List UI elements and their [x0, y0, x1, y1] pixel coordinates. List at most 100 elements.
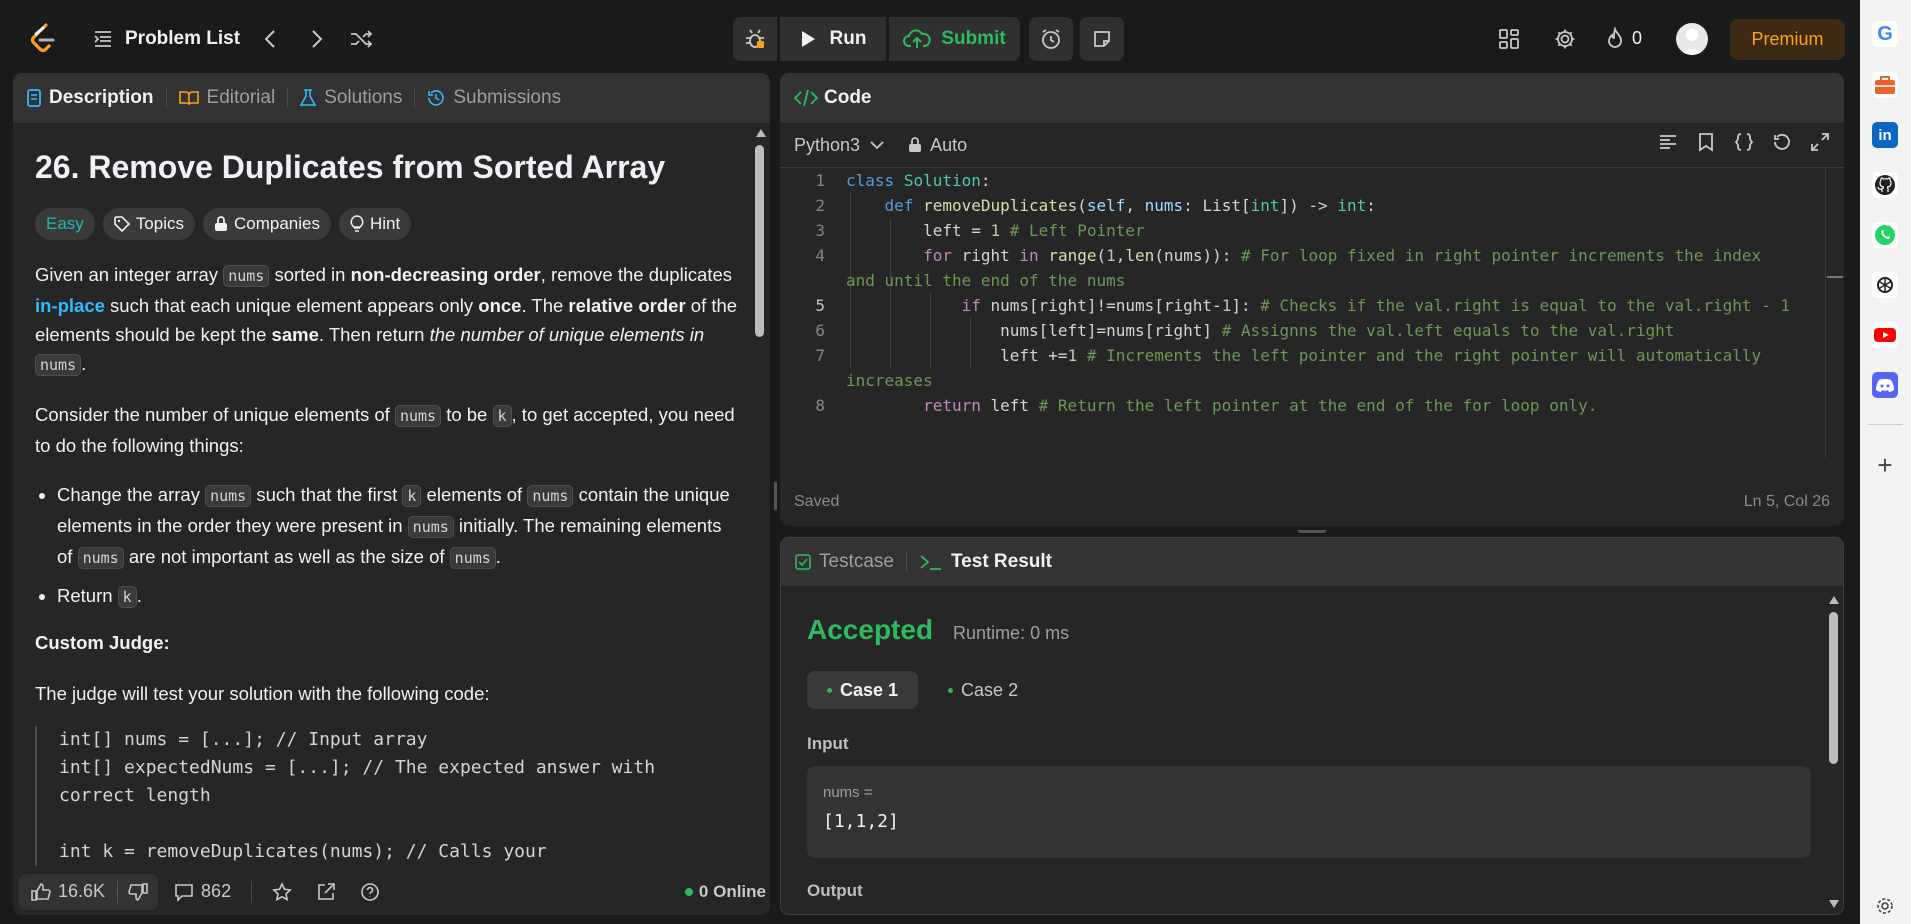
case-2-tab[interactable]: Case 2	[928, 671, 1038, 709]
whatsapp-icon[interactable]	[1872, 222, 1898, 248]
chevron-left-icon	[264, 30, 275, 48]
code-line: int k = removeDuplicates(nums); // Calls…	[59, 841, 547, 862]
next-problem-button[interactable]	[306, 27, 328, 51]
user-icon	[1680, 29, 1704, 55]
star-icon	[272, 881, 293, 901]
minimap-cursor	[1827, 276, 1843, 278]
chatgpt-icon[interactable]	[1872, 272, 1898, 298]
test-scrollbar[interactable]	[1828, 596, 1840, 912]
case-tabs: Case 1 Case 2	[807, 671, 1038, 709]
input-label: Input	[807, 734, 849, 753]
tab-divider	[165, 88, 167, 108]
settings-icon[interactable]	[1872, 893, 1898, 919]
tab-testcase[interactable]: Testcase	[795, 551, 894, 573]
difficulty-badge: Easy	[35, 208, 95, 240]
document-icon	[27, 89, 41, 107]
companies-chip[interactable]: Companies	[202, 208, 331, 240]
footer-divider	[251, 880, 253, 903]
code-line-7: 7 left +=1 # Increments the left pointer…	[815, 346, 1762, 365]
language-select[interactable]: Python3	[794, 135, 884, 156]
dislike-button[interactable]	[118, 874, 158, 910]
pass-dot	[948, 687, 954, 693]
random-problem-button[interactable]	[348, 27, 374, 51]
comments-button[interactable]: 862	[162, 874, 243, 910]
scroll-thumb[interactable]	[1829, 612, 1838, 764]
bookmark-icon[interactable]	[1696, 132, 1716, 152]
case-1-tab[interactable]: Case 1	[807, 671, 919, 709]
linkedin-icon[interactable]: in	[1872, 122, 1898, 148]
code-editor[interactable]: 1 class Solution: 2 def removeDuplicates(…	[780, 168, 1830, 468]
description-tabs: Description Editorial Solutions Submissi…	[13, 73, 770, 123]
code-panel: Code Python3 Auto 1 class Solution: 2 def…	[780, 73, 1844, 526]
premium-button[interactable]: Premium	[1730, 19, 1845, 60]
vertical-splitter-handle[interactable]	[774, 482, 777, 510]
problem-list-label: Problem List	[125, 28, 241, 49]
scroll-thumb[interactable]	[755, 145, 764, 337]
chevron-right-icon	[312, 30, 323, 48]
briefcase-icon[interactable]	[1872, 72, 1898, 98]
problem-chips: Easy Topics Companies Hint	[35, 208, 741, 240]
streak-counter[interactable]: 0	[1605, 27, 1642, 49]
youtube-icon[interactable]	[1872, 322, 1898, 348]
minimap-border	[1825, 168, 1826, 458]
topics-chip[interactable]: Topics	[102, 208, 195, 240]
tab-editorial[interactable]: Editorial	[178, 87, 275, 109]
input-box[interactable]: nums = [1,1,2]	[807, 766, 1811, 858]
problem-list-link[interactable]: Problem List	[93, 28, 240, 50]
reset-icon[interactable]	[1772, 132, 1792, 152]
editor-actions	[1658, 132, 1830, 152]
google-icon[interactable]: G	[1872, 21, 1898, 47]
help-button[interactable]	[348, 874, 392, 910]
description-body: 26. Remove Duplicates from Sorted Array …	[13, 123, 763, 915]
description-scrollbar[interactable]	[754, 129, 766, 895]
tab-submissions-label: Submissions	[453, 87, 562, 108]
case-1-label: Case 1	[840, 679, 899, 700]
submit-button[interactable]: Submit	[889, 17, 1020, 61]
debug-button[interactable]	[733, 17, 777, 61]
input-var-value: [1,1,2]	[823, 811, 899, 832]
like-button[interactable]: 16.6K	[19, 874, 117, 910]
code-brackets-icon	[794, 89, 818, 107]
timer-button[interactable]	[1029, 17, 1073, 61]
run-button[interactable]: Run	[780, 17, 886, 61]
description-footer: 16.6K 862 0 Online	[13, 868, 770, 915]
cursor-position: Ln 5, Col 26	[1743, 493, 1830, 510]
scroll-up-arrow[interactable]	[1829, 596, 1839, 604]
tab-divider	[905, 552, 907, 572]
tab-test-result-label: Test Result	[950, 551, 1052, 572]
in-place-link[interactable]: in-place	[35, 295, 105, 316]
requirements-list: Change the array nums such that the firs…	[57, 480, 741, 612]
layout-button[interactable]	[1497, 27, 1521, 51]
expand-icon[interactable]	[1810, 132, 1830, 152]
hint-label: Hint	[369, 214, 401, 233]
submit-label: Submit	[941, 28, 1006, 49]
hint-chip[interactable]: Hint	[338, 208, 412, 240]
settings-button[interactable]	[1553, 27, 1577, 51]
code-line: int[] nums = [...]; // Input array	[59, 729, 428, 750]
scroll-down-arrow[interactable]	[1829, 900, 1839, 908]
curly-braces-icon[interactable]	[1734, 132, 1754, 152]
plus-icon[interactable]: +	[1872, 450, 1898, 480]
notes-button[interactable]	[1080, 17, 1124, 61]
leetcode-logo-icon[interactable]	[28, 22, 58, 54]
favorite-button[interactable]	[260, 874, 304, 910]
scroll-up-arrow[interactable]	[756, 129, 766, 137]
book-icon	[178, 91, 199, 106]
result-summary: Accepted Runtime: 0 ms	[807, 614, 1069, 646]
tab-solutions[interactable]: Solutions	[300, 87, 402, 109]
horizontal-splitter-handle[interactable]	[1298, 530, 1326, 533]
code-toolbar: Python3 Auto	[780, 123, 1844, 168]
tab-description[interactable]: Description	[27, 87, 154, 109]
tab-code[interactable]: Code	[794, 87, 872, 109]
format-align-icon[interactable]	[1658, 132, 1678, 152]
tab-test-result[interactable]: Test Result	[919, 551, 1052, 573]
auto-complete-toggle[interactable]: Auto	[908, 135, 967, 156]
prev-problem-button[interactable]	[259, 27, 281, 51]
share-button[interactable]	[304, 874, 348, 910]
discord-icon[interactable]	[1872, 372, 1898, 398]
tab-submissions[interactable]: Submissions	[427, 87, 561, 109]
avatar[interactable]	[1676, 23, 1708, 55]
github-icon[interactable]	[1872, 172, 1898, 198]
verdict-label: Accepted	[807, 614, 934, 645]
